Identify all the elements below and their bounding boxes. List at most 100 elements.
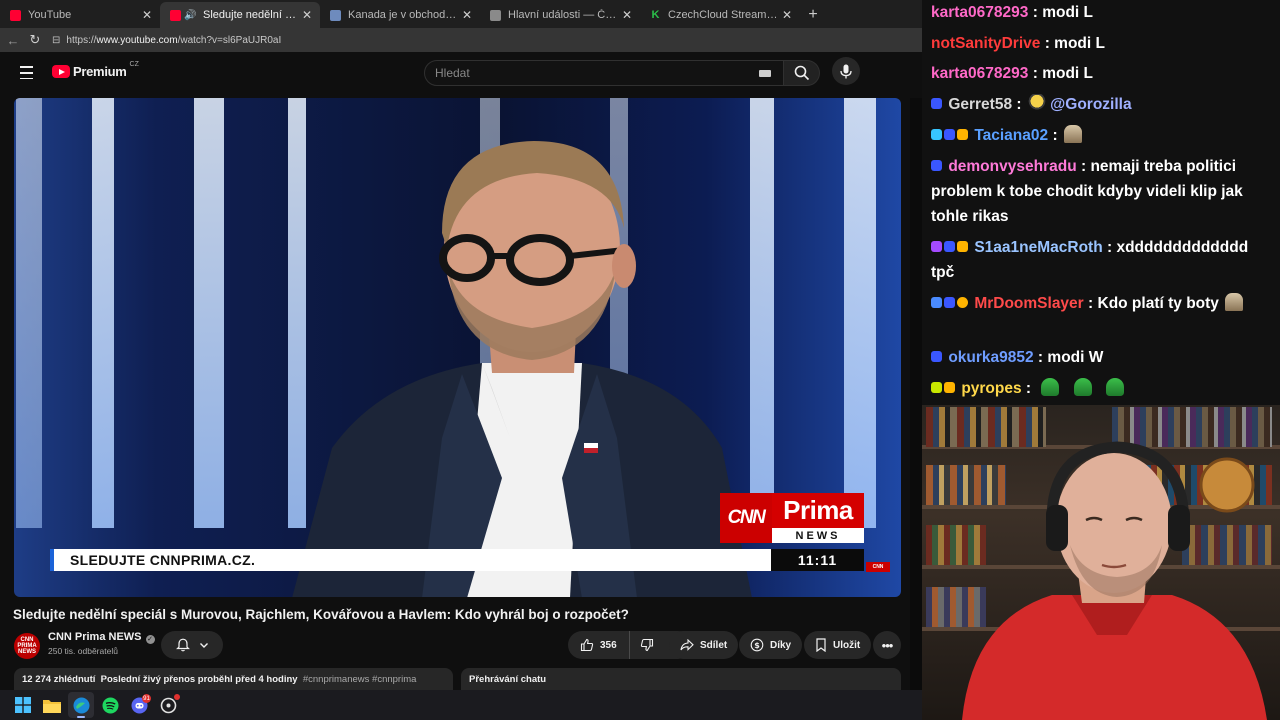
chat-message: notSanityDrive : modi L — [931, 35, 1105, 52]
more-actions-button[interactable]: ••• — [873, 631, 901, 659]
close-icon[interactable]: ✕ — [300, 8, 314, 22]
reload-button[interactable]: ↻ — [24, 29, 46, 51]
chat-replay-header[interactable]: Přehrávání chatu — [461, 668, 901, 690]
search-input[interactable] — [425, 66, 759, 80]
close-icon[interactable]: ✕ — [140, 8, 154, 22]
chat-message: demonvysehradu : nemaji treba politici p… — [931, 158, 1243, 225]
save-button[interactable]: Uložit — [804, 631, 872, 659]
emote-icon — [1063, 125, 1082, 143]
tab-title: CzechCloud Stream - Watch Live... — [668, 9, 780, 21]
view-count: 12 274 zhlédnutí — [22, 674, 96, 685]
prima-logo: Prima — [772, 493, 864, 528]
verified-icon: ✓ — [145, 635, 155, 644]
crown-badge-icon — [957, 129, 968, 140]
sidebar-edge — [910, 98, 922, 690]
channel-name-text: CNN Prima NEWS — [48, 631, 142, 643]
channel-avatar[interactable]: CNN PRIMA NEWS — [14, 633, 40, 659]
thanks-button[interactable]: $ Díky — [739, 631, 803, 659]
svg-text:$: $ — [754, 641, 760, 650]
like-count: 356 — [600, 639, 617, 651]
speaker-icon[interactable]: 🔊 — [184, 10, 196, 21]
emote-icon — [1041, 378, 1060, 396]
taskbar-discord[interactable]: 91 — [126, 692, 152, 718]
youtube-play-icon — [52, 65, 70, 78]
stream-info: Poslední živý přenos proběhl před 4 hodi… — [100, 674, 298, 685]
thanks-label: Díky — [770, 639, 792, 651]
chat-message: okurka9852 : modi W — [931, 345, 1271, 370]
taskbar-file-explorer[interactable] — [39, 692, 65, 718]
page-icon — [330, 9, 341, 21]
sub-badge-icon — [944, 129, 955, 140]
windows-start-button[interactable] — [10, 692, 36, 718]
thumbs-down-icon — [640, 638, 653, 652]
tab-video[interactable]: 🔊 Sledujte nedělní speciál s Murovou, Ra… — [160, 2, 320, 28]
thumbs-up-icon — [580, 638, 594, 652]
sub-badge-icon — [931, 351, 942, 362]
video-title: Sledujte nedělní speciál s Murovou, Rajc… — [13, 607, 629, 622]
share-button[interactable]: Sdílet — [669, 631, 739, 659]
notification-badge: 91 — [142, 694, 151, 703]
close-icon[interactable]: ✕ — [780, 8, 794, 22]
sub-badge-icon — [944, 297, 955, 308]
youtube-icon — [10, 9, 21, 21]
chat-username: pyropes — [961, 380, 1022, 397]
dislike-button[interactable] — [630, 631, 664, 659]
speaker-figure — [292, 141, 752, 597]
crown-badge-icon — [957, 241, 968, 252]
badge-icon — [931, 382, 942, 393]
video-player[interactable]: CNN Prima NEWS SLEDUJTE CNNPRIMA.CZ. 11:… — [14, 98, 901, 597]
chat-message: karta0678293 : modi L — [931, 4, 1093, 21]
chat-username: notSanityDrive — [931, 35, 1041, 52]
folder-icon — [43, 699, 61, 713]
stream-chat: karta0678293 : modi L notSanityDrive : m… — [922, 0, 1280, 405]
chat-text: modi L — [1042, 4, 1093, 21]
chat-username: okurka9852 — [948, 349, 1034, 366]
taskbar-app[interactable] — [155, 692, 181, 718]
edge-icon — [73, 697, 89, 713]
tab-youtube[interactable]: YouTube ✕ — [0, 2, 160, 28]
taskbar: 91 — [0, 690, 922, 720]
close-icon[interactable]: ✕ — [460, 8, 474, 22]
logo-region: CZ — [129, 61, 139, 68]
site-info-icon[interactable]: ⊟ — [52, 35, 60, 46]
chat-username: Taciana02 — [974, 127, 1049, 144]
sub-badge-icon — [944, 241, 955, 252]
tab-title: Hlavní události — ČT24 — Česká televize — [508, 9, 620, 21]
back-button[interactable]: ← — [2, 29, 24, 51]
tab-kanada[interactable]: Kanada je v obchodní válce, nebo... ✕ — [320, 2, 480, 28]
description-box[interactable]: 12 274 zhlédnutí Poslední živý přenos pr… — [14, 668, 453, 690]
keyboard-icon[interactable] — [759, 69, 771, 77]
address-bar: ← ↻ ⊟ https://www.youtube.com/watch?v=sl… — [0, 28, 922, 52]
channel-bug: CNN — [866, 562, 890, 572]
lower-third-banner: SLEDUJTE CNNPRIMA.CZ. — [54, 549, 771, 571]
youtube-logo[interactable]: Premium CZ — [52, 61, 139, 79]
badge-icon — [931, 129, 942, 140]
emote-icon — [1073, 378, 1092, 396]
url-host: www.youtube.com — [96, 34, 178, 46]
chat-username: S1aa1neMacRoth — [974, 239, 1103, 256]
tab-czechcloud[interactable]: K CzechCloud Stream - Watch Live... ✕ — [640, 2, 800, 28]
tab-title: Kanada je v obchodní válce, nebo... — [348, 9, 460, 21]
browser-window: YouTube ✕ 🔊 Sledujte nedělní speciál s M… — [0, 0, 922, 690]
studio-light — [194, 98, 224, 528]
microphone-icon — [840, 64, 852, 78]
hamburger-menu-icon[interactable] — [16, 62, 38, 84]
voice-search-button[interactable] — [832, 57, 860, 85]
streamer-figure — [962, 441, 1267, 720]
taskbar-spotify[interactable] — [97, 692, 123, 718]
search-button[interactable] — [784, 60, 820, 86]
url-field[interactable]: ⊟ https://www.youtube.com/watch?v=sl6PaU… — [52, 30, 922, 50]
taskbar-edge[interactable] — [68, 692, 94, 718]
channel-name[interactable]: CNN Prima NEWS ✓ — [48, 631, 155, 644]
tab-title: Sledujte nedělní speciál s Murovou, Rajc… — [203, 9, 300, 21]
windows-icon — [15, 697, 31, 713]
new-tab-button[interactable]: + — [800, 2, 826, 28]
notification-dot — [174, 694, 180, 700]
chat-text: Kdo platí ty boty — [1097, 295, 1219, 312]
like-button[interactable]: 356 — [568, 631, 630, 659]
hashtags[interactable]: #cnnprimanews #cnnprima — [303, 674, 417, 685]
tab-ct24[interactable]: Hlavní události — ČT24 — Česká televize … — [480, 2, 640, 28]
close-icon[interactable]: ✕ — [620, 8, 634, 22]
subscription-bell-button[interactable] — [161, 631, 223, 659]
emote-icon — [1027, 94, 1046, 112]
